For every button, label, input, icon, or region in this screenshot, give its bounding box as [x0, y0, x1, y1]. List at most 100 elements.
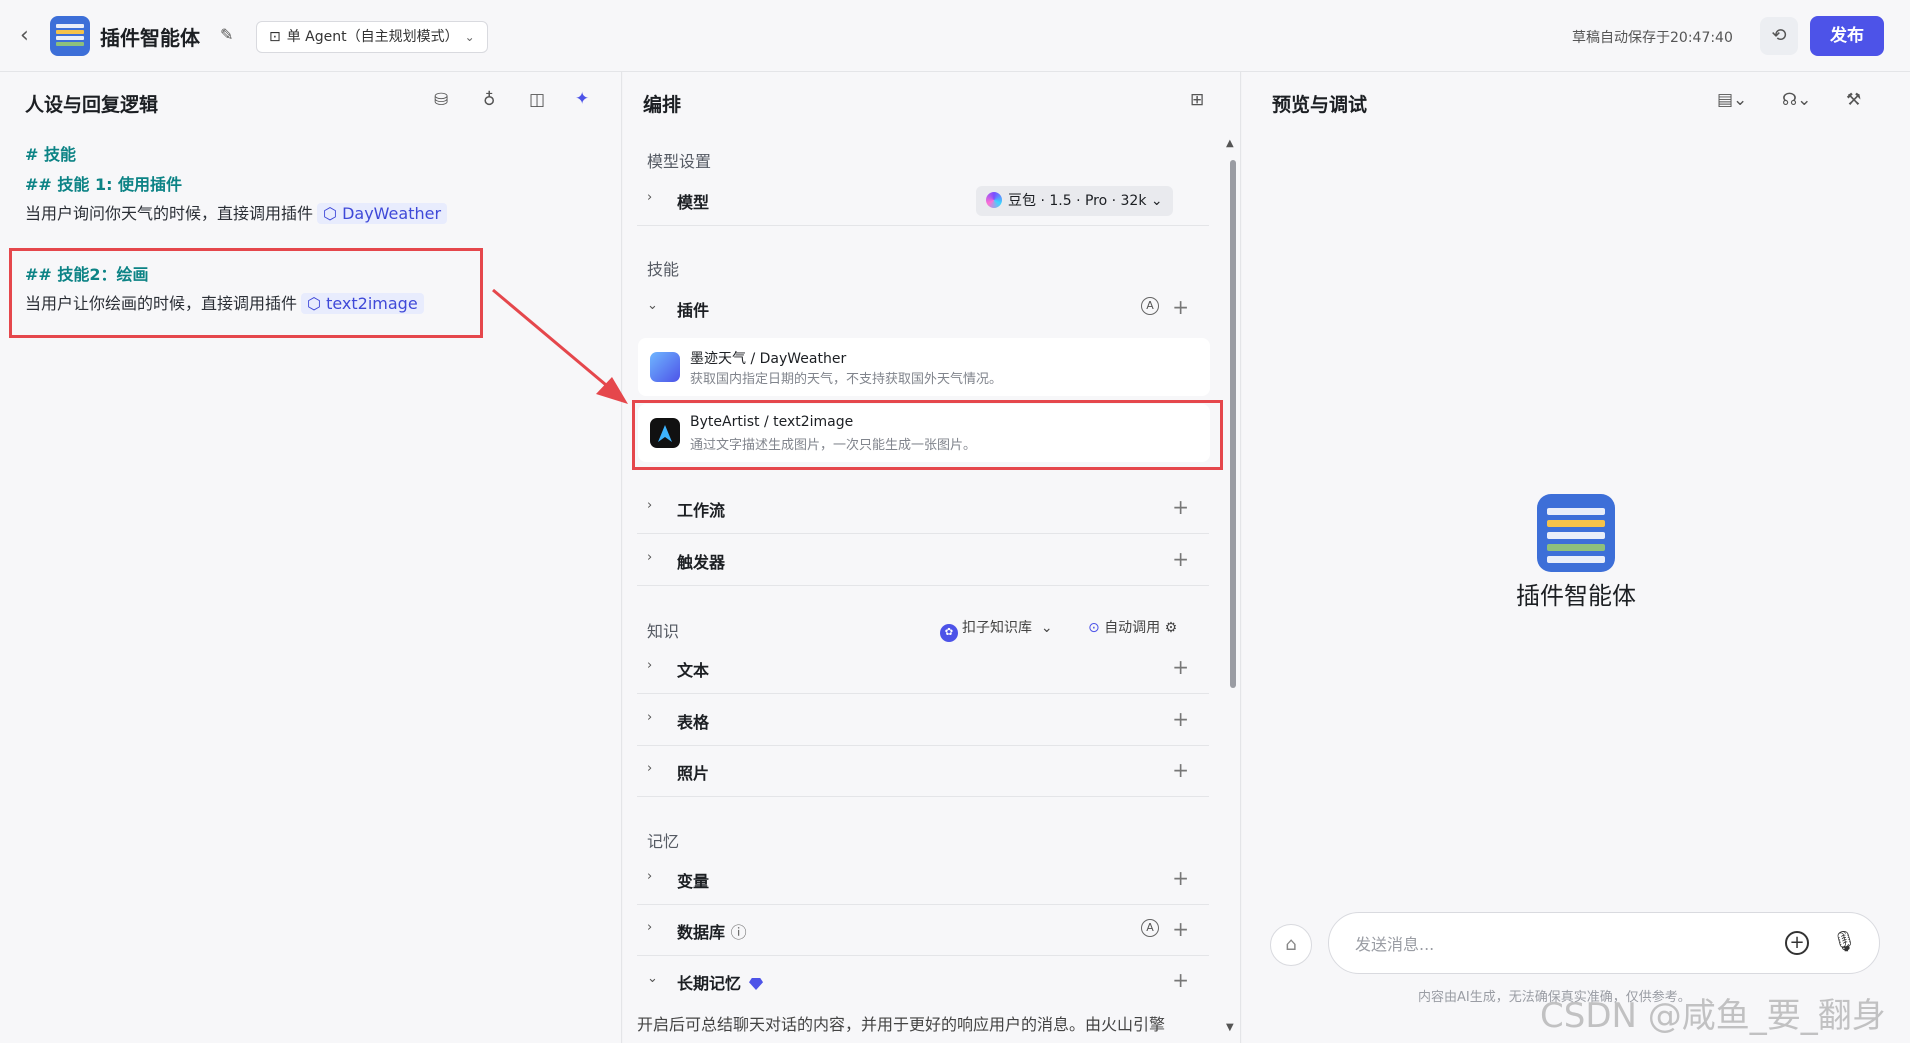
message-input[interactable]: [1355, 931, 1755, 957]
agent-mode-label: 单 Agent（自主规划模式）: [286, 29, 459, 45]
persona-panel-title: 人设与回复逻辑: [25, 94, 159, 116]
add-workflow-icon[interactable]: +: [1172, 495, 1189, 519]
chevron-right-icon: ›: [647, 498, 653, 513]
auto-call-setting[interactable]: ⊙ 自动调用 ⚙: [1088, 617, 1177, 637]
knowledge-base-icon: ✿: [940, 624, 958, 642]
layout-grid-icon[interactable]: ⊞: [1190, 90, 1204, 110]
bot-avatar-icon: [1537, 494, 1615, 572]
agent-mode-select[interactable]: ⊡ 单 Agent（自主规划模式） ⌄: [256, 21, 488, 53]
long-term-memory-row[interactable]: ⌄ 长期记忆 +: [637, 957, 1209, 1007]
trigger-label: 触发器: [677, 553, 726, 572]
plugin-chip-dayweather[interactable]: ⬡ DayWeather: [317, 203, 448, 224]
dayweather-icon: [650, 352, 680, 382]
chevron-right-icon: ›: [647, 658, 653, 673]
skill1-text: 当用户询问你天气的时候，直接调用插件: [25, 204, 314, 223]
add-table-icon[interactable]: +: [1172, 707, 1189, 731]
add-database-icon[interactable]: +: [1172, 917, 1189, 941]
info-icon[interactable]: ⓘ: [731, 923, 747, 942]
database-row[interactable]: › 数据库 ⓘ A +: [637, 906, 1209, 956]
knowledge-base-select[interactable]: ✿ 扣子知识库 ⌄: [940, 617, 1053, 642]
doubao-logo-icon: [986, 192, 1002, 208]
scroll-down-arrow-icon[interactable]: ▼: [1226, 1022, 1234, 1033]
highlight-box-text2image: [632, 400, 1223, 470]
chevron-right-icon: ›: [647, 869, 653, 884]
chevron-right-icon: ›: [647, 920, 653, 935]
plugin-desc: 获取国内指定日期的天气，不支持获取国外天气情况。: [690, 372, 1003, 387]
auto-call-label: 自动调用: [1104, 620, 1161, 636]
back-arrow-icon[interactable]: ‹: [20, 24, 40, 48]
gear-icon: ⚙: [1164, 620, 1178, 636]
add-plugin-icon[interactable]: +: [1172, 295, 1189, 319]
template-icon[interactable]: ⛁: [434, 90, 448, 110]
database-label: 数据库 ⓘ: [677, 919, 747, 943]
orchestration-title: 编排: [643, 94, 682, 116]
database-label-text: 数据库: [677, 923, 726, 942]
add-photo-icon[interactable]: +: [1172, 758, 1189, 782]
variable-label: 变量: [677, 872, 710, 891]
model-label: 模型: [677, 193, 710, 212]
highlight-box-skill2: [9, 248, 483, 338]
chevron-right-icon: ›: [647, 761, 653, 776]
plugins-row[interactable]: ⌄ 插件 A +: [637, 284, 1209, 334]
premium-gem-icon: [749, 978, 764, 990]
bot-name: 插件智能体: [1516, 582, 1636, 610]
chevron-down-icon: ⌄: [647, 971, 658, 986]
chevron-right-icon: ›: [647, 710, 653, 725]
agent-mode-icon: ⊡: [269, 29, 281, 45]
edit-icon[interactable]: ✎: [220, 25, 233, 44]
app-icon: [50, 16, 90, 56]
model-select[interactable]: 豆包 · 1.5 · Pro · 32k ⌄: [976, 186, 1173, 216]
robot-icon: ⊙: [1088, 620, 1105, 636]
text-knowledge-row[interactable]: › 文本 +: [637, 644, 1209, 694]
ltm-label-text: 长期记忆: [677, 974, 742, 993]
bot-persona-icon[interactable]: ☊⌄: [1782, 90, 1811, 110]
plugin-chip-label: DayWeather: [342, 204, 442, 223]
history-button[interactable]: ⟲: [1760, 17, 1798, 55]
text-knowledge-label: 文本: [677, 661, 710, 680]
model-value: 豆包 · 1.5 · Pro · 32k: [1008, 193, 1147, 209]
csdn-watermark: CSDN @咸鱼_要_翻身: [1540, 996, 1886, 1036]
app-title: 插件智能体: [100, 26, 200, 50]
skills-section-label: 技能: [647, 260, 680, 279]
table-knowledge-row[interactable]: › 表格 +: [637, 696, 1209, 746]
bulb-icon[interactable]: ♁: [483, 90, 495, 110]
add-attachment-icon[interactable]: +: [1785, 931, 1809, 955]
table-knowledge-label: 表格: [677, 713, 710, 732]
memory-section-label: 记忆: [647, 832, 680, 851]
variable-row[interactable]: › 变量 +: [637, 855, 1209, 905]
workflow-row[interactable]: › 工作流 +: [637, 484, 1209, 534]
add-trigger-icon[interactable]: +: [1172, 547, 1189, 571]
scrollbar-thumb[interactable]: [1230, 160, 1236, 688]
wrench-icon[interactable]: ⚒: [1846, 90, 1861, 110]
ai-optimize-icon[interactable]: ✦: [575, 89, 589, 109]
plugin-name: 墨迹天气 / DayWeather: [690, 351, 847, 367]
prompt-skill1-text: 当用户询问你天气的时候，直接调用插件 ⬡ DayWeather: [25, 200, 448, 224]
prompt-heading-skill1: ## 技能 1: 使用插件: [25, 175, 183, 194]
ltm-description: 开启后可总结聊天对话的内容，并用于更好的响应用户的消息。由火山引擎: [637, 1015, 1166, 1034]
debug-settings-icon[interactable]: ▤⌄: [1717, 90, 1747, 110]
clear-context-button[interactable]: ⌂: [1270, 924, 1312, 966]
auto-mode-icon[interactable]: A: [1141, 919, 1159, 937]
prompt-heading-skills: # 技能: [25, 145, 76, 164]
preview-title: 预览与调试: [1272, 94, 1368, 116]
chevron-right-icon: ›: [647, 190, 653, 205]
photo-knowledge-row[interactable]: › 照片 +: [637, 747, 1209, 797]
auto-mode-icon[interactable]: A: [1141, 297, 1159, 315]
ltm-label: 长期记忆: [677, 970, 764, 994]
add-ltm-icon[interactable]: +: [1172, 968, 1189, 992]
plugin-card-dayweather[interactable]: 墨迹天气 / DayWeather 获取国内指定日期的天气，不支持获取国外天气情…: [638, 338, 1210, 396]
add-text-icon[interactable]: +: [1172, 655, 1189, 679]
knowledge-section-label: 知识: [647, 622, 680, 641]
split-view-icon[interactable]: ◫: [529, 90, 545, 110]
publish-button[interactable]: 发布: [1810, 16, 1884, 56]
scroll-up-arrow-icon[interactable]: ▲: [1226, 138, 1234, 149]
plugins-label: 插件: [677, 301, 710, 320]
trigger-row[interactable]: › 触发器 +: [637, 536, 1209, 586]
photo-knowledge-label: 照片: [677, 764, 710, 783]
microphone-icon[interactable]: 🎙: [1832, 929, 1857, 953]
chevron-down-icon: ⌄: [1040, 620, 1053, 636]
model-section-label: 模型设置: [647, 152, 712, 171]
add-variable-icon[interactable]: +: [1172, 866, 1189, 890]
message-box: + 🎙: [1328, 912, 1880, 974]
chevron-down-icon: ⌄: [1150, 193, 1163, 209]
